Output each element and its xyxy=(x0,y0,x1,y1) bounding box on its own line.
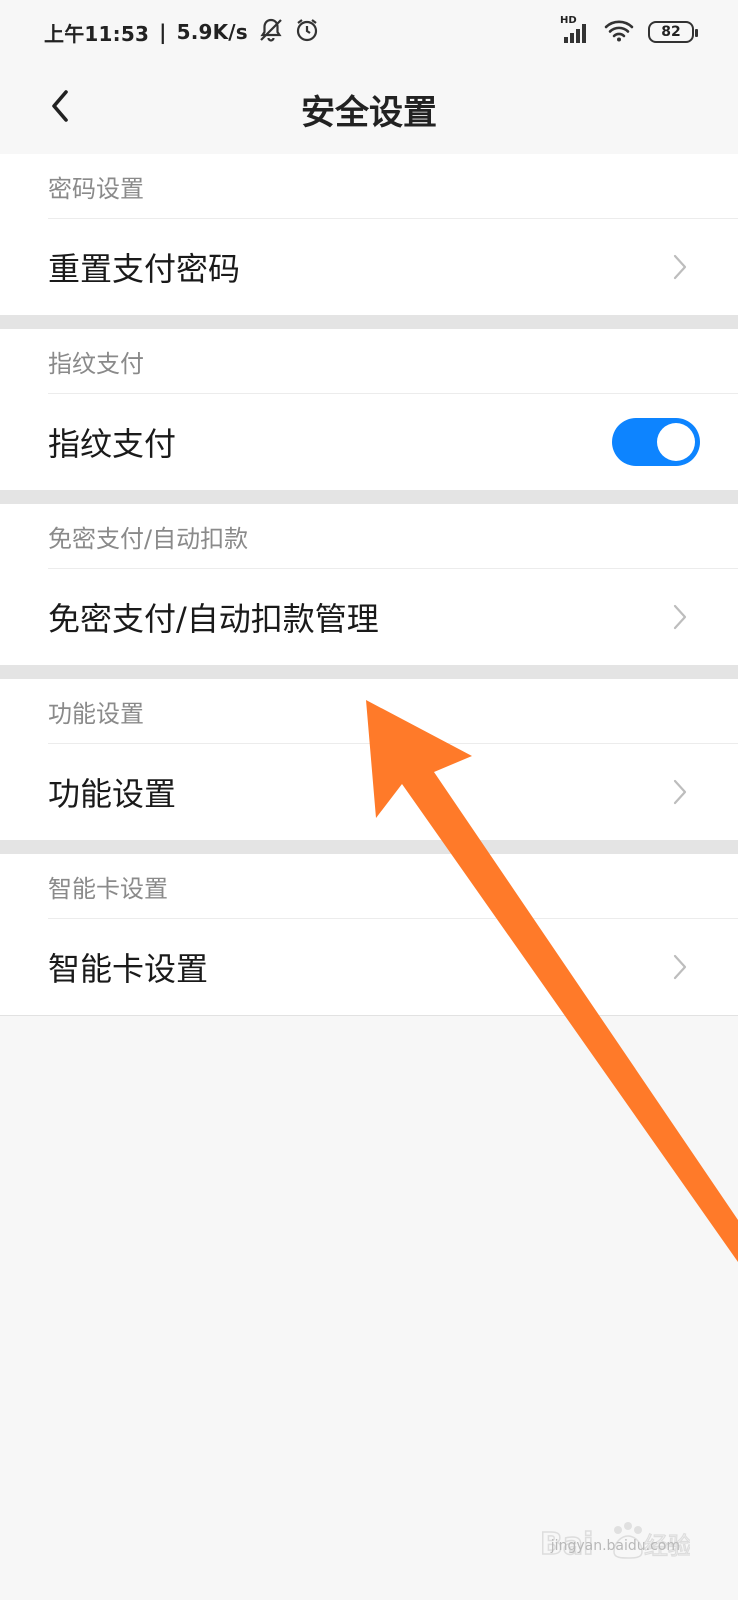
status-bar: 上午11:53 | 5.9K/s HD 82 xyxy=(0,0,738,64)
row-label: 重置支付密码 xyxy=(48,250,241,288)
row-label: 指纹支付 xyxy=(48,425,177,463)
status-right: HD 82 xyxy=(560,15,698,46)
function-settings-row[interactable]: 功能设置 xyxy=(0,744,738,840)
settings-list: 密码设置 重置支付密码 指纹支付 指纹支付 免密支付/自动扣款 免密支付/自动扣… xyxy=(0,154,738,1016)
section-header: 免密支付/自动扣款 xyxy=(48,524,249,553)
section-smart-card: 智能卡设置 智能卡设置 xyxy=(0,854,738,1015)
bell-off-icon xyxy=(258,17,284,48)
phone-screen: 上午11:53 | 5.9K/s HD 82 安全设置 密码设置 重置支付密码 … xyxy=(0,0,738,1600)
status-left: 上午11:53 | 5.9K/s xyxy=(44,17,320,48)
section-header: 指纹支付 xyxy=(48,349,144,378)
row-label: 免密支付/自动扣款管理 xyxy=(48,600,379,638)
row-label: 功能设置 xyxy=(48,775,177,813)
fingerprint-toggle[interactable] xyxy=(612,418,700,466)
section-gap xyxy=(0,490,738,504)
fingerprint-payment-row: 指纹支付 xyxy=(0,394,738,490)
toggle-knob xyxy=(657,423,695,461)
chevron-right-icon xyxy=(670,253,690,281)
reset-payment-password-row[interactable]: 重置支付密码 xyxy=(0,219,738,315)
watermark-url: jingyan.baidu.com xyxy=(550,1538,680,1554)
chevron-right-icon xyxy=(670,778,690,806)
status-separator: | xyxy=(159,20,167,44)
password-free-management-row[interactable]: 免密支付/自动扣款管理 xyxy=(0,569,738,665)
chevron-left-icon xyxy=(48,88,72,128)
row-label: 智能卡设置 xyxy=(48,950,209,988)
battery-icon: 82 xyxy=(648,21,698,43)
back-button[interactable] xyxy=(36,84,84,132)
status-network-speed: 5.9K/s xyxy=(176,20,248,44)
section-password-free: 免密支付/自动扣款 免密支付/自动扣款管理 xyxy=(0,504,738,665)
section-gap xyxy=(0,665,738,679)
section-gap xyxy=(0,840,738,854)
page-title: 安全设置 xyxy=(301,92,437,133)
alarm-icon xyxy=(294,17,320,48)
section-header: 密码设置 xyxy=(48,174,144,203)
status-time: 上午11:53 xyxy=(44,21,150,46)
section-function: 功能设置 功能设置 xyxy=(0,679,738,840)
section-password: 密码设置 重置支付密码 xyxy=(0,154,738,315)
chevron-right-icon xyxy=(670,603,690,631)
section-header: 智能卡设置 xyxy=(48,874,168,903)
battery-level: 82 xyxy=(661,24,681,40)
wifi-icon xyxy=(604,18,634,46)
section-header: 功能设置 xyxy=(48,699,144,728)
list-bottom-border xyxy=(0,1015,738,1016)
signal-icon: HD xyxy=(560,15,590,45)
section-gap xyxy=(0,315,738,329)
smart-card-settings-row[interactable]: 智能卡设置 xyxy=(0,919,738,1015)
nav-bar: 安全设置 xyxy=(0,64,738,154)
section-fingerprint: 指纹支付 指纹支付 xyxy=(0,329,738,490)
chevron-right-icon xyxy=(670,953,690,981)
